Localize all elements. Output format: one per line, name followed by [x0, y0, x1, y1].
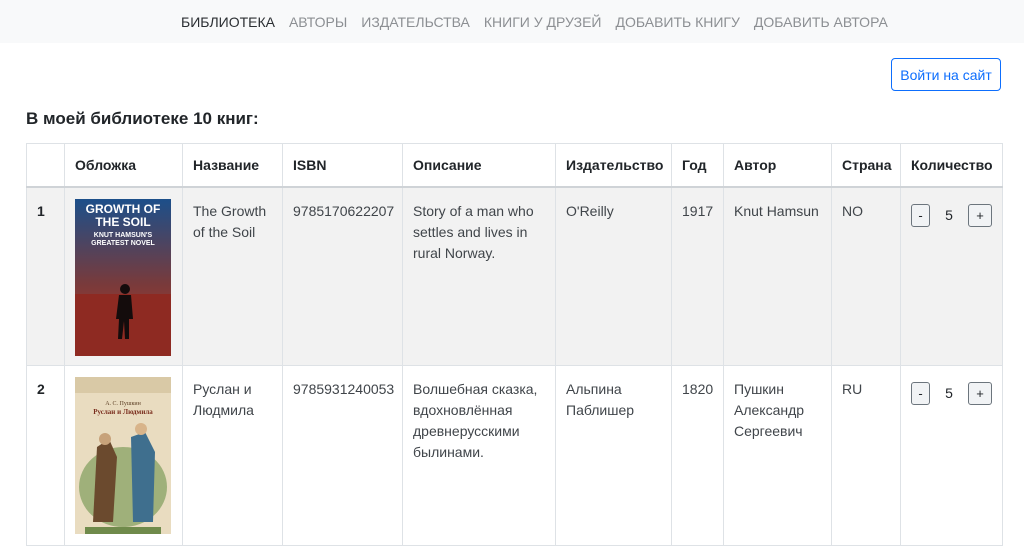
book-isbn: 9785931240053 — [282, 365, 403, 546]
decrease-quantity-button[interactable]: - — [911, 203, 930, 227]
top-navbar: Библиотека Авторы Издательства Книги у д… — [0, 0, 1024, 43]
cover-cell: А. С. Пушкин Руслан и Людмила — [64, 365, 183, 546]
cover-cell: GROWTH OF THE SOIL KNUT HAMSUN'S GREATES… — [64, 186, 183, 366]
column-header-quantity: Количество — [900, 143, 1003, 188]
nav-item-library[interactable]: Библиотека — [174, 14, 282, 30]
nav-item-publishers[interactable]: Издательства — [354, 14, 477, 30]
svg-text:THE SOIL: THE SOIL — [95, 215, 150, 229]
book-author: Пушкин Александр Сергеевич — [723, 365, 832, 546]
nav-item-add-author[interactable]: Добавить автора — [747, 14, 895, 30]
nav-item-add-book[interactable]: Добавить книгу — [608, 14, 746, 30]
row-number: 1 — [26, 186, 65, 366]
book-country: NO — [831, 186, 901, 366]
column-header-year: Год — [671, 143, 724, 188]
book-description: Story of a man who settles and lives in … — [402, 186, 556, 366]
column-header-title: Название — [182, 143, 283, 188]
svg-text:GREATEST NOVEL: GREATEST NOVEL — [91, 240, 155, 247]
decrease-quantity-button[interactable]: - — [911, 382, 930, 405]
column-header-country: Страна — [831, 143, 901, 188]
quantity-stepper: - 5 + — [911, 203, 992, 227]
book-cover-image: А. С. Пушкин Руслан и Людмила — [75, 377, 171, 534]
book-title: The Growth of the Soil — [182, 186, 283, 366]
quantity-cell: - 5 + — [900, 365, 1003, 546]
column-header-publisher: Издательство — [555, 143, 672, 188]
quantity-stepper: - 5 + — [911, 382, 992, 405]
book-country: RU — [831, 365, 901, 546]
books-table: Обложка Название ISBN Описание Издательс… — [26, 143, 1003, 546]
svg-text:А. С. Пушкин: А. С. Пушкин — [105, 401, 141, 407]
row-number: 2 — [26, 365, 65, 546]
column-header-number — [26, 143, 65, 188]
quantity-value: 5 — [945, 385, 953, 401]
book-isbn: 9785170622207 — [282, 186, 403, 366]
increase-quantity-button[interactable]: + — [968, 382, 992, 405]
quantity-cell: - 5 + — [900, 186, 1003, 366]
svg-text:GROWTH OF: GROWTH OF — [86, 202, 161, 216]
nav-item-authors[interactable]: Авторы — [282, 14, 354, 30]
column-header-author: Автор — [723, 143, 832, 188]
book-publisher: O'Reilly — [555, 186, 672, 366]
svg-text:Руслан и Людмила: Руслан и Людмила — [93, 408, 153, 416]
quantity-value: 5 — [945, 206, 953, 223]
book-title: Руслан и Людмила — [182, 365, 283, 546]
column-header-cover: Обложка — [64, 143, 183, 188]
table-header-row: Обложка Название ISBN Описание Издательс… — [26, 143, 1003, 188]
book-cover-image: GROWTH OF THE SOIL KNUT HAMSUN'S GREATES… — [75, 198, 171, 356]
table-row: 2 А. С. Пушкин Руслан и Людмила Руслан и… — [26, 365, 1003, 546]
column-header-description: Описание — [402, 143, 556, 188]
table-row: 1 GROWTH OF THE SOIL KNUT HAMSUN'S GREAT… — [26, 186, 1003, 366]
book-year: 1820 — [671, 365, 724, 546]
book-year: 1917 — [671, 186, 724, 366]
nav-item-friends-books[interactable]: Книги у друзей — [477, 14, 609, 30]
book-description: Волшебная сказка, вдохновлённая древнеру… — [402, 365, 556, 546]
svg-text:KNUT HAMSUN'S: KNUT HAMSUN'S — [94, 232, 153, 239]
book-author: Knut Hamsun — [723, 186, 832, 366]
column-header-isbn: ISBN — [282, 143, 403, 188]
book-publisher: Альпина Паблишер — [555, 365, 672, 546]
nav-menu: Библиотека Авторы Издательства Книги у д… — [174, 0, 895, 43]
page-title: В моей библиотеке 10 книг: — [26, 109, 259, 128]
increase-quantity-button[interactable]: + — [968, 203, 992, 227]
login-button[interactable]: Войти на сайт — [891, 58, 1001, 91]
